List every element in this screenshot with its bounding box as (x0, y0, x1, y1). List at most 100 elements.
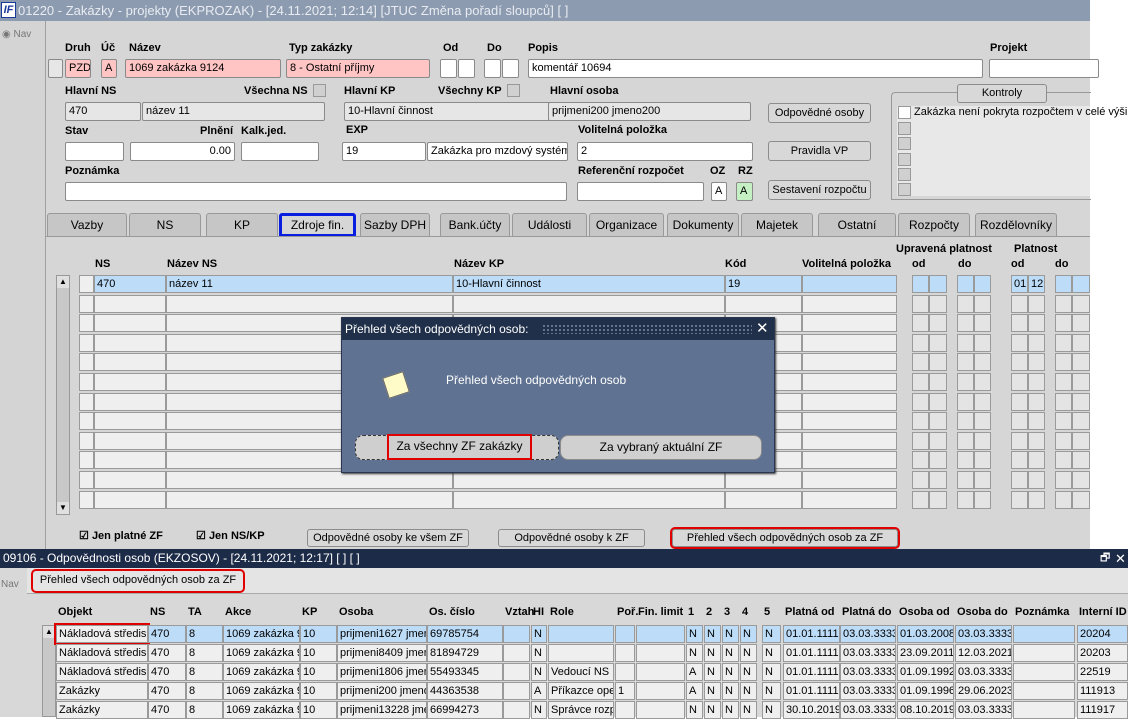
zf-cell-empty[interactable] (912, 412, 929, 431)
tab-11[interactable]: Rozpočty (898, 213, 970, 237)
zf-cell-empty[interactable] (912, 471, 929, 489)
zf-cell-empty[interactable] (802, 373, 897, 391)
osoby-cell[interactable]: 23.09.2011 (897, 644, 954, 662)
osoby-cell[interactable]: 01.09.1996 (897, 682, 954, 700)
zf-cell-empty[interactable] (94, 451, 166, 470)
zf-cell-empty[interactable] (79, 412, 94, 431)
druh-field[interactable]: PZD (65, 59, 91, 78)
zf-cell-empty[interactable] (802, 471, 897, 489)
zf-cell-empty[interactable] (1072, 451, 1090, 470)
exp-field[interactable]: 19 (342, 142, 426, 161)
osoby-cell[interactable]: N (740, 625, 757, 643)
osoby-cell[interactable]: N (740, 644, 757, 662)
volitelna-field[interactable]: 2 (577, 142, 753, 161)
osoby-cell[interactable]: N (704, 701, 721, 719)
osoby-cell[interactable]: 01.09.1992 (897, 663, 954, 681)
osoby-cell[interactable]: 470 (148, 682, 186, 700)
zf-cell-empty[interactable] (1028, 314, 1045, 333)
odpovedne-ke-vsem-button[interactable]: Odpovědné osoby ke všem ZF (307, 529, 469, 547)
osoby-cell[interactable]: 44363538 (427, 682, 503, 700)
zf-cell-empty[interactable] (1055, 451, 1072, 470)
tab-7[interactable]: Organizace (589, 213, 664, 237)
zf-cell-empty[interactable] (1011, 314, 1028, 333)
osoby-cell[interactable]: 03.03.3333 (840, 663, 896, 681)
zf-cell-empty[interactable] (957, 314, 974, 333)
zf-cell-empty[interactable] (79, 373, 94, 391)
kontroly-checkbox-empty[interactable] (898, 183, 911, 196)
osoby-cell[interactable]: Zakázky (56, 682, 148, 700)
osoby-cell[interactable] (615, 701, 635, 719)
zf-cell-empty[interactable] (1055, 392, 1072, 411)
zf-cell-empty[interactable] (1055, 431, 1072, 450)
zf-cell-empty[interactable] (94, 392, 166, 411)
zf-cell-empty[interactable] (974, 353, 991, 372)
osoby-cell[interactable]: 10 (300, 625, 337, 643)
zf-cell-empty[interactable] (453, 471, 725, 489)
zf-cell[interactable] (929, 275, 947, 293)
close-icon[interactable]: ✕ (756, 319, 769, 339)
zf-cell-empty[interactable] (1011, 431, 1028, 450)
vsechny-kp-checkbox[interactable] (507, 84, 520, 97)
zf-cell-empty[interactable] (929, 392, 947, 411)
zf-cell-empty[interactable] (912, 431, 929, 450)
tab-6[interactable]: Události (512, 213, 587, 237)
zf-cell-empty[interactable] (79, 392, 94, 411)
kontroly-checkbox-empty[interactable] (898, 137, 911, 150)
zf-cell-empty[interactable] (929, 294, 947, 313)
zf-cell-empty[interactable] (974, 392, 991, 411)
kontroly-checkbox-empty[interactable] (898, 153, 911, 166)
zf-cell-empty[interactable] (1028, 490, 1045, 509)
osoby-cell[interactable]: prijmeni1806 jmeno1806 (337, 663, 427, 681)
zf-cell-empty[interactable] (1011, 294, 1028, 313)
osoby-cell[interactable]: N (722, 682, 739, 700)
zf-cell-empty[interactable] (1072, 353, 1090, 372)
osoby-scrollbar[interactable]: ▲ (42, 625, 56, 717)
osoby-cell[interactable]: N (722, 663, 739, 681)
osoby-cell[interactable]: N (740, 682, 757, 700)
osoby-cell[interactable]: 03.03.3333 (840, 625, 896, 643)
zf-cell-empty[interactable] (1055, 490, 1072, 509)
zf-cell-empty[interactable] (802, 294, 897, 313)
zf-cell-empty[interactable] (957, 392, 974, 411)
hlavni-kp-field[interactable]: 10-Hlavní činnost (344, 102, 557, 121)
osoby-cell[interactable]: N (704, 682, 721, 700)
odpovedne-osoby-button[interactable]: Odpovědné osoby (768, 103, 871, 123)
poznamka-field[interactable] (65, 182, 567, 201)
zf-cell[interactable] (1072, 275, 1090, 293)
zf-cell-empty[interactable] (453, 490, 725, 509)
scroll-up-icon[interactable]: ▲ (43, 626, 55, 638)
osoby-cell[interactable]: 20204 (1077, 625, 1128, 643)
osoby-cell[interactable] (636, 682, 685, 700)
osoby-cell[interactable]: 10 (300, 701, 337, 719)
osoby-cell[interactable]: 66994273 (427, 701, 503, 719)
zf-cell[interactable] (79, 275, 94, 293)
zf-cell-empty[interactable] (1072, 392, 1090, 411)
zf-cell-empty[interactable] (1072, 314, 1090, 333)
osoby-cell[interactable]: N (704, 625, 721, 643)
zf-cell-empty[interactable] (912, 490, 929, 509)
zf-cell-empty[interactable] (1011, 412, 1028, 431)
zf-cell-empty[interactable] (79, 451, 94, 470)
osoby-cell[interactable]: N (762, 644, 781, 662)
zf-cell[interactable] (1055, 275, 1072, 293)
osoby-cell[interactable] (503, 682, 530, 700)
zf-cell-empty[interactable] (1055, 353, 1072, 372)
osoby-cell[interactable] (548, 625, 614, 643)
osoby-cell[interactable]: N (762, 663, 781, 681)
zf-cell-empty[interactable] (94, 471, 166, 489)
zf-cell[interactable]: název 11 (166, 275, 453, 293)
osoby-cell[interactable]: 470 (148, 644, 186, 662)
zf-cell-empty[interactable] (94, 490, 166, 509)
zf-cell-empty[interactable] (1011, 333, 1028, 352)
oz-field[interactable]: A (711, 182, 727, 201)
zf-cell-empty[interactable] (912, 294, 929, 313)
do-field-1[interactable] (484, 59, 501, 78)
zf-cell-empty[interactable] (912, 314, 929, 333)
zf-cell-empty[interactable] (166, 294, 453, 313)
osoby-cell[interactable]: 111913 (1077, 682, 1128, 700)
osoby-cell[interactable]: N (762, 625, 781, 643)
zf-cell-empty[interactable] (929, 333, 947, 352)
zf-cell-empty[interactable] (94, 294, 166, 313)
zf-cell-empty[interactable] (802, 412, 897, 431)
osoby-cell[interactable]: 1069 zakázka 9124 (223, 663, 300, 681)
